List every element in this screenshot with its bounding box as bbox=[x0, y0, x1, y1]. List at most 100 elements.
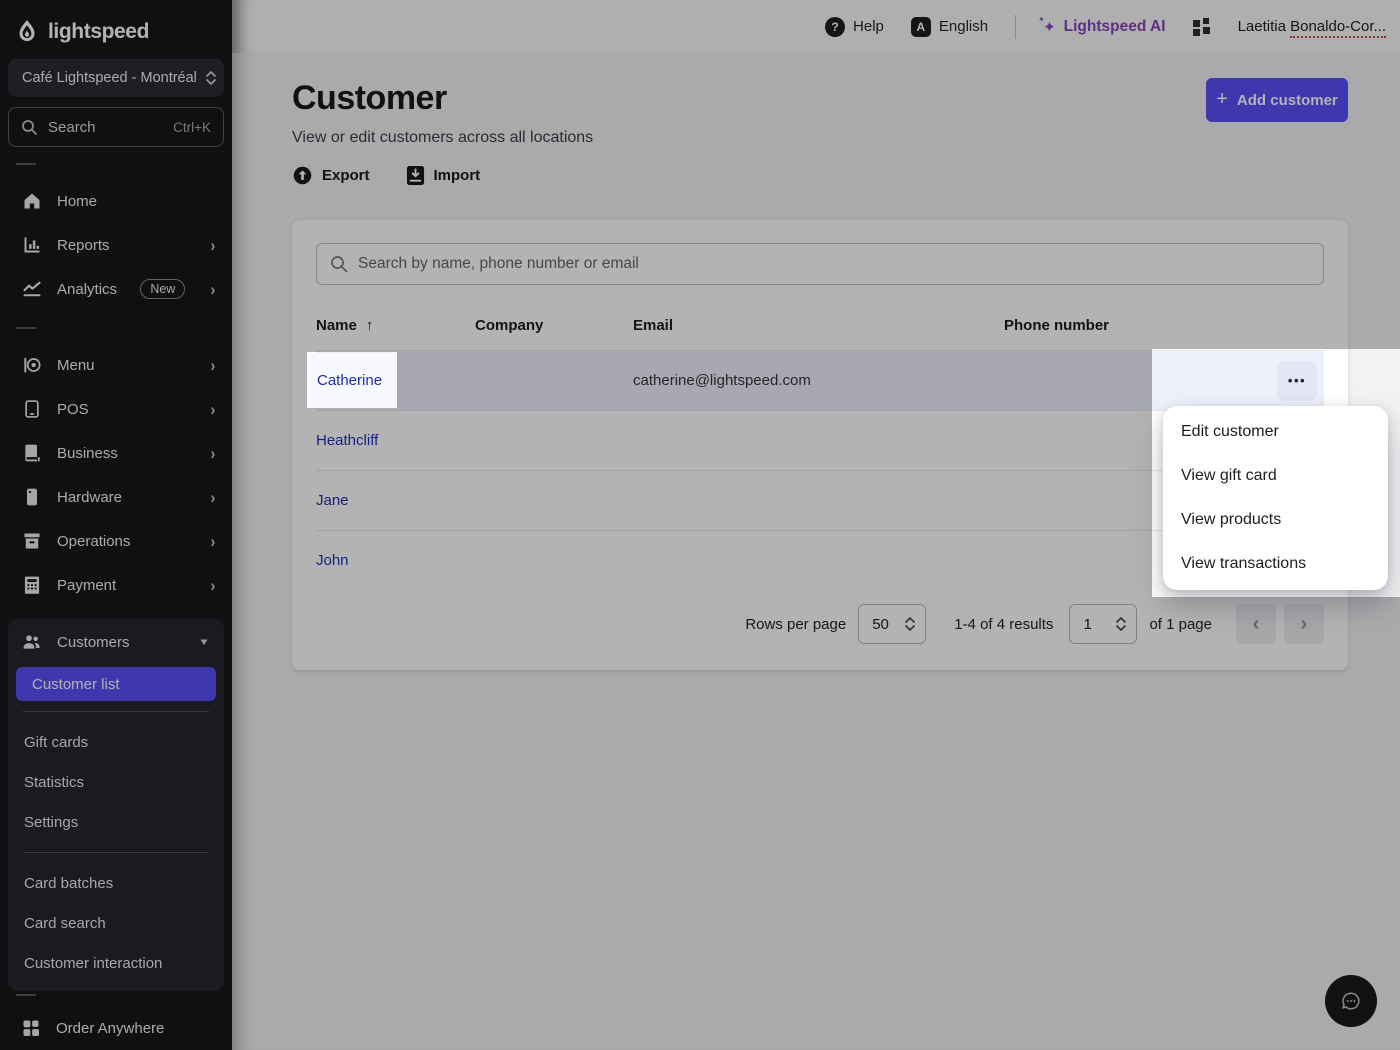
help-icon: ? bbox=[825, 17, 845, 37]
payment-calculator-icon bbox=[21, 575, 42, 595]
sidebar-item-business[interactable]: Business › bbox=[0, 431, 232, 475]
lightspeed-ai-button[interactable]: ✦✦ Lightspeed AI bbox=[1043, 18, 1165, 36]
sidebar-item-customer-list[interactable]: Customer list bbox=[16, 667, 216, 701]
rows-per-page-stepper[interactable]: 50 bbox=[858, 604, 926, 644]
help-button[interactable]: ? Help bbox=[825, 17, 884, 37]
export-label: Export bbox=[322, 167, 370, 184]
sidebar-item-analytics[interactable]: Analytics New › bbox=[0, 267, 232, 311]
operations-box-icon bbox=[21, 531, 42, 551]
menu-dish-icon bbox=[21, 355, 42, 375]
sidebar-item-label: Hardware bbox=[57, 489, 122, 506]
customer-name-link[interactable]: John bbox=[316, 552, 349, 569]
sidebar-item-card-search[interactable]: Card search bbox=[8, 903, 224, 943]
sidebar-search-shortcut: Ctrl+K bbox=[173, 120, 211, 135]
sidebar-item-statistics[interactable]: Statistics bbox=[8, 762, 224, 802]
next-page-button[interactable]: › bbox=[1284, 604, 1324, 644]
column-header-phone[interactable]: Phone number bbox=[1004, 317, 1270, 334]
table-search[interactable] bbox=[316, 243, 1324, 285]
sidebar-item-label: Business bbox=[57, 445, 118, 462]
chat-fab-button[interactable] bbox=[1325, 975, 1377, 1027]
menu-item-edit-customer[interactable]: Edit customer bbox=[1163, 410, 1388, 454]
sidebar-item-label: Menu bbox=[57, 357, 95, 374]
hardware-icon bbox=[21, 487, 42, 507]
sidebar-item-pos[interactable]: POS › bbox=[0, 387, 232, 431]
column-header-company[interactable]: Company bbox=[475, 317, 633, 334]
pos-tablet-icon bbox=[21, 399, 42, 419]
sidebar-item-home[interactable]: Home bbox=[0, 179, 232, 223]
export-icon bbox=[292, 165, 313, 186]
page-number-stepper[interactable]: 1 bbox=[1069, 604, 1137, 644]
export-button[interactable]: Export bbox=[292, 165, 370, 186]
menu-item-view-products[interactable]: View products bbox=[1163, 498, 1388, 542]
page-count-label: of 1 page bbox=[1149, 616, 1212, 633]
table-search-input[interactable] bbox=[358, 255, 1310, 273]
user-last-name: Bonaldo-Cor... bbox=[1290, 18, 1386, 38]
order-anywhere-icon bbox=[21, 1018, 41, 1038]
sidebar-divider bbox=[23, 852, 209, 853]
sidebar-item-hardware[interactable]: Hardware › bbox=[0, 475, 232, 519]
email-cell: catherine@lightspeed.com bbox=[633, 372, 1004, 389]
sidebar-item-payment[interactable]: Payment › bbox=[0, 563, 232, 607]
rows-per-page-label: Rows per page bbox=[745, 616, 846, 633]
topbar-divider bbox=[1015, 15, 1016, 39]
chevron-down-icon: ▼ bbox=[198, 636, 210, 647]
home-icon bbox=[21, 191, 42, 211]
sidebar-item-order-anywhere[interactable]: Order Anywhere bbox=[0, 1006, 232, 1050]
sidebar-item-customers[interactable]: Customers ▼ bbox=[8, 619, 224, 665]
lightspeed-flame-icon bbox=[15, 19, 39, 45]
results-count: 1-4 of 4 results bbox=[954, 616, 1053, 633]
chevron-right-icon: › bbox=[211, 237, 216, 254]
search-icon bbox=[21, 119, 38, 136]
sidebar-search[interactable]: Search Ctrl+K bbox=[8, 107, 224, 147]
language-icon: A bbox=[911, 17, 931, 37]
page-number-value: 1 bbox=[1083, 616, 1103, 633]
menu-item-view-gift-card[interactable]: View gift card bbox=[1163, 454, 1388, 498]
topbar: ? Help A English ✦✦ Lightspeed AI Laetit… bbox=[232, 0, 1400, 53]
language-button[interactable]: A English bbox=[911, 17, 988, 37]
sidebar-divider bbox=[23, 711, 209, 712]
sidebar: lightspeed Café Lightspeed - Montréal Se… bbox=[0, 0, 232, 1050]
row-actions-menu: Edit customer View gift card View produc… bbox=[1163, 406, 1388, 590]
column-header-email[interactable]: Email bbox=[633, 317, 1004, 334]
customers-group: Customers ▼ Customer list Gift cards Sta… bbox=[8, 619, 224, 991]
sidebar-item-menu[interactable]: Menu › bbox=[0, 343, 232, 387]
new-badge: New bbox=[140, 279, 185, 299]
sidebar-item-label: Order Anywhere bbox=[56, 1020, 164, 1037]
user-menu[interactable]: Laetitia Bonaldo-Cor... bbox=[1238, 18, 1386, 35]
previous-page-button[interactable]: ‹ bbox=[1236, 604, 1276, 644]
sidebar-item-gift-cards[interactable]: Gift cards bbox=[8, 722, 224, 762]
sidebar-divider bbox=[16, 994, 36, 996]
chat-icon bbox=[1339, 989, 1363, 1013]
row-actions-button[interactable]: ••• bbox=[1277, 361, 1317, 401]
chevron-right-icon: › bbox=[211, 401, 216, 418]
column-header-name[interactable]: Name↑ bbox=[316, 317, 475, 334]
customer-name-link[interactable]: Jane bbox=[316, 492, 349, 509]
row-name-highlight: Catherine bbox=[307, 353, 397, 409]
rows-per-page-value: 50 bbox=[872, 616, 892, 633]
sidebar-item-label: Analytics bbox=[57, 281, 117, 298]
import-button[interactable]: Import bbox=[406, 165, 481, 186]
apps-grid-icon[interactable] bbox=[1193, 18, 1211, 36]
location-selector[interactable]: Café Lightspeed - Montréal bbox=[8, 59, 224, 97]
sidebar-divider bbox=[16, 163, 36, 165]
pagination: Rows per page 50 1-4 of 4 results 1 of 1… bbox=[316, 604, 1324, 644]
lightspeed-logo: lightspeed bbox=[0, 0, 232, 45]
customer-name-link[interactable]: Catherine bbox=[317, 372, 382, 389]
sidebar-item-label: Payment bbox=[57, 577, 116, 594]
plus-icon: + bbox=[1216, 88, 1228, 111]
sidebar-item-operations[interactable]: Operations › bbox=[0, 519, 232, 563]
sidebar-item-card-batches[interactable]: Card batches bbox=[8, 863, 224, 903]
customer-name-link[interactable]: Heathcliff bbox=[316, 432, 378, 449]
sidebar-item-label: Home bbox=[57, 193, 97, 210]
sidebar-footer: Order Anywhere bbox=[0, 994, 232, 1050]
add-customer-label: Add customer bbox=[1237, 92, 1338, 109]
stepper-updown-icon[interactable] bbox=[904, 615, 916, 633]
menu-item-view-transactions[interactable]: View transactions bbox=[1163, 542, 1388, 586]
sidebar-item-settings[interactable]: Settings bbox=[8, 802, 224, 842]
add-customer-button[interactable]: + Add customer bbox=[1206, 78, 1348, 122]
stepper-updown-icon[interactable] bbox=[1115, 615, 1127, 633]
search-icon bbox=[330, 255, 348, 273]
sidebar-item-customer-interaction[interactable]: Customer interaction bbox=[8, 943, 224, 983]
sidebar-search-label: Search bbox=[48, 119, 163, 136]
sidebar-item-reports[interactable]: Reports › bbox=[0, 223, 232, 267]
